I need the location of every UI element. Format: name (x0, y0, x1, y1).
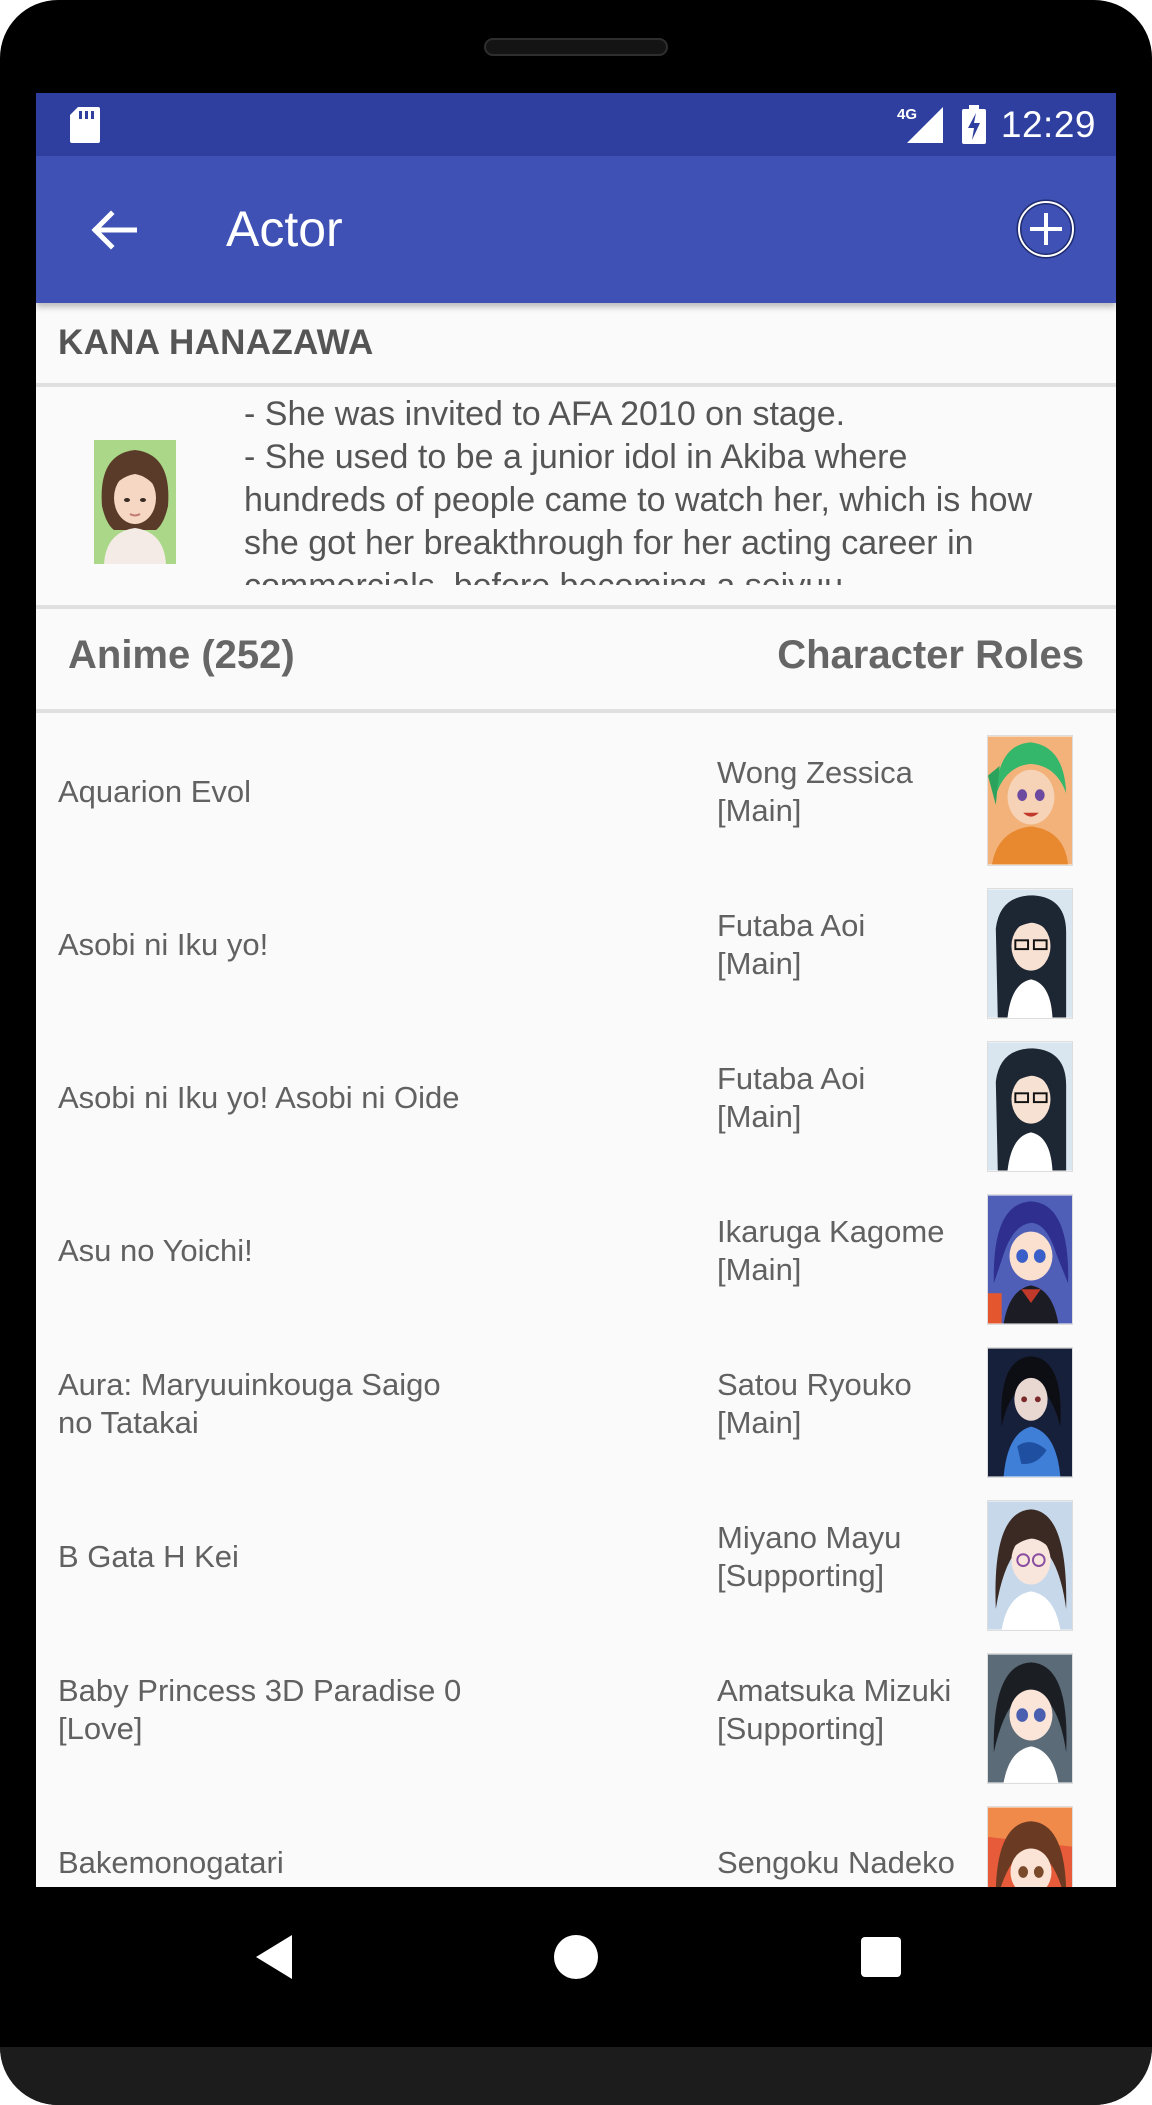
speaker-grille (484, 38, 668, 56)
character-role[interactable]: Futaba Aoi [Main] (717, 868, 957, 1021)
character-role[interactable]: Ikaruga Kagome [Main] (717, 1174, 957, 1327)
list-item[interactable]: Bakemonogatari Sengoku Nadeko (36, 1786, 1116, 1887)
anime-count-header: Anime (252) (68, 633, 295, 677)
bio-line: hundreds of people came to watch her, wh… (244, 481, 1033, 519)
actor-bio: - She was invited to AFA 2010 on stage. … (244, 393, 1104, 585)
nav-back-icon[interactable] (246, 1927, 306, 1987)
app-screen: 4G 12:29 Actor KANA HANAZAWA - She was i… (36, 93, 1116, 1887)
page-title: Actor (226, 201, 343, 257)
anime-title[interactable]: Aquarion Evol (58, 715, 478, 868)
character-role[interactable]: Satou Ryouko [Main] (717, 1327, 957, 1480)
arrow-left-icon (91, 210, 137, 250)
divider (36, 605, 1116, 609)
list-item[interactable]: B Gata H Kei Miyano Mayu [Supporting] (36, 1480, 1116, 1633)
character-role[interactable]: Sengoku Nadeko (717, 1786, 957, 1887)
status-time: 12:29 (1000, 103, 1096, 145)
add-button[interactable] (1014, 197, 1078, 261)
device-chin (0, 2047, 1152, 2105)
divider (36, 709, 1116, 713)
anime-title[interactable]: Asu no Yoichi! (58, 1174, 478, 1327)
anime-title[interactable]: B Gata H Kei (58, 1480, 478, 1633)
character-image[interactable] (987, 1806, 1073, 1887)
character-role[interactable]: Wong Zessica [Main] (717, 715, 957, 868)
bio-line: commercials, before becoming a seiyuu. (244, 565, 1104, 585)
character-image[interactable] (987, 1194, 1073, 1325)
character-role[interactable]: Futaba Aoi [Main] (717, 1021, 957, 1174)
device-frame: 4G 12:29 Actor KANA HANAZAWA - She was i… (0, 0, 1152, 2105)
app-bar: Actor (36, 156, 1116, 303)
anime-title[interactable]: Asobi ni Iku yo! Asobi ni Oide (58, 1021, 478, 1174)
plus-circle-icon (1016, 199, 1076, 259)
sd-card-icon (70, 107, 100, 143)
bio-line: she got her breakthrough for her acting … (244, 524, 974, 562)
actor-photo (94, 440, 176, 564)
anime-title[interactable]: Baby Princess 3D Paradise 0 [Love] (58, 1633, 478, 1786)
status-indicators: 4G 12:29 (897, 93, 1096, 156)
character-role[interactable]: Miyano Mayu [Supporting] (717, 1480, 957, 1633)
character-roles-header: Character Roles (777, 633, 1084, 677)
character-image[interactable] (987, 735, 1073, 866)
bio-line: - She was invited to AFA 2010 on stage. (244, 395, 846, 433)
status-bar: 4G 12:29 (36, 93, 1116, 156)
bio-line: - She used to be a junior idol in Akiba … (244, 438, 908, 476)
character-image[interactable] (987, 1500, 1073, 1631)
battery-charging-icon (961, 104, 986, 144)
nav-recents-icon[interactable] (861, 1937, 901, 1977)
list-item[interactable]: Asu no Yoichi! Ikaruga Kagome [Main] (36, 1174, 1116, 1327)
network-type: 4G (897, 106, 917, 123)
nav-home-icon[interactable] (554, 1935, 598, 1979)
anime-title[interactable]: Aura: Maryuuinkouga Saigo no Tatakai (58, 1327, 478, 1480)
navigation-bar (0, 1887, 1152, 2047)
list-item[interactable]: Asobi ni Iku yo! Futaba Aoi [Main] (36, 868, 1116, 1021)
divider (36, 383, 1116, 387)
anime-title[interactable]: Asobi ni Iku yo! (58, 868, 478, 1021)
character-image[interactable] (987, 888, 1073, 1019)
back-button[interactable] (84, 200, 144, 260)
list-item[interactable]: Baby Princess 3D Paradise 0 [Love] Amats… (36, 1633, 1116, 1786)
list-item[interactable]: Aura: Maryuuinkouga Saigo no Tatakai Sat… (36, 1327, 1116, 1480)
character-image[interactable] (987, 1653, 1073, 1784)
actor-name: KANA HANAZAWA (58, 323, 374, 362)
list-item[interactable]: Aquarion Evol Wong Zessica [Main] (36, 715, 1116, 868)
character-image[interactable] (987, 1041, 1073, 1172)
character-role[interactable]: Amatsuka Mizuki [Supporting] (717, 1633, 957, 1786)
anime-title[interactable]: Bakemonogatari (58, 1786, 478, 1887)
signal-icon: 4G (897, 106, 943, 143)
character-image[interactable] (987, 1347, 1073, 1478)
list-item[interactable]: Asobi ni Iku yo! Asobi ni Oide Futaba Ao… (36, 1021, 1116, 1174)
